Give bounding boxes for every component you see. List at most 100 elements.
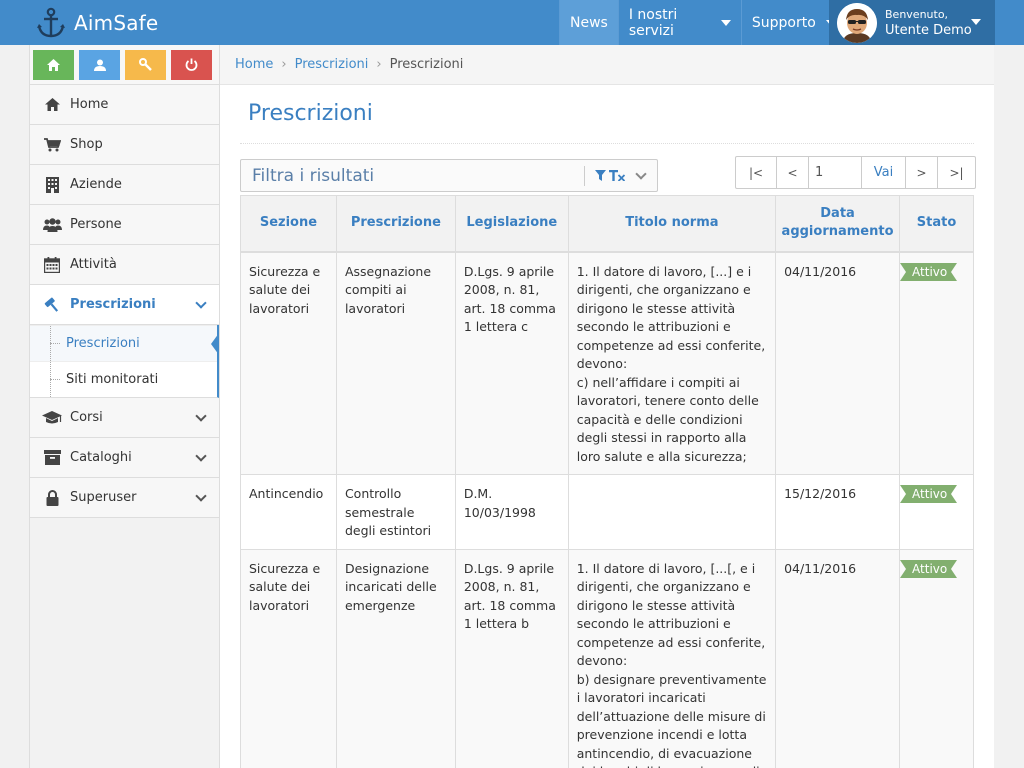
active-pointer-icon [211, 333, 219, 355]
power-icon [185, 58, 198, 71]
sidebar-item-label: Cataloghi [70, 450, 132, 465]
submenu-item-label: Prescrizioni [66, 336, 140, 351]
cell-titolo [567, 474, 777, 550]
cell-stato: Attivo [899, 474, 974, 550]
col-header-prescrizione[interactable]: Prescrizione [335, 195, 456, 253]
users-icon [42, 216, 62, 234]
breadcrumb-prescrizioni-link[interactable]: Prescrizioni [295, 57, 369, 72]
avatar [837, 2, 877, 43]
sidebar-item-label: Shop [70, 137, 103, 152]
nav-servizi[interactable]: I nostri servizi [617, 0, 741, 45]
breadcrumb-separator-icon: › [376, 57, 382, 72]
chevron-down-icon [195, 490, 207, 502]
sidebar-item-label: Corsi [70, 410, 103, 425]
tools-shortcut-button[interactable] [125, 49, 166, 80]
first-page-button[interactable]: |< [736, 157, 776, 188]
cell-data: 04/11/2016 [775, 548, 901, 768]
status-badge: Attivo [900, 559, 958, 578]
main-content: Home › Prescrizioni › Prescrizioni Presc… [220, 45, 994, 768]
sidebar-item-label: Persone [70, 217, 122, 232]
sidebar-item-label: Aziende [70, 177, 122, 192]
breadcrumb-current: Prescrizioni [389, 57, 464, 72]
col-header-sezione[interactable]: Sezione [240, 195, 337, 253]
cell-stato: Attivo [899, 251, 974, 475]
pagination: |< < Vai > >| [735, 156, 976, 189]
submenu-item-label: Siti monitorati [66, 372, 159, 387]
logout-shortcut-button[interactable] [171, 49, 212, 80]
sidebar-item-corsi[interactable]: Corsi [30, 398, 219, 438]
col-header-legislazione[interactable]: Legislazione [454, 195, 569, 253]
user-icon [93, 59, 106, 71]
table-row[interactable]: Sicurezza e salute dei lavoratori Assegn… [240, 251, 974, 475]
cell-sezione: Antincendio [240, 474, 337, 550]
next-page-button[interactable]: > [905, 157, 937, 188]
nav-supporto-label: Supporto [751, 14, 816, 31]
app-name: AimSafe [74, 10, 159, 35]
cell-prescrizione: Designazione incaricati delle emergenze [335, 548, 456, 768]
table-row[interactable]: Sicurezza e salute dei lavoratori Design… [240, 548, 974, 768]
last-page-button[interactable]: >| [937, 157, 975, 188]
sidebar-item-shop[interactable]: Shop [30, 125, 219, 165]
cart-icon [42, 136, 62, 154]
prescriptions-table: Sezione Prescrizione Legislazione Titolo… [240, 195, 974, 768]
sidebar-item-label: Home [70, 97, 109, 112]
user-welcome: Benvenuto, [885, 7, 949, 21]
filter-dropdown[interactable]: Filtra i risultati [240, 159, 658, 192]
filter-icon[interactable] [595, 170, 606, 181]
page-title: Prescrizioni [248, 101, 373, 126]
col-header-titolo-norma[interactable]: Titolo norma [567, 195, 777, 253]
home-shortcut-button[interactable] [33, 49, 74, 80]
cell-sezione: Sicurezza e salute dei lavoratori [240, 548, 337, 768]
breadcrumb-home-link[interactable]: Home [235, 57, 273, 72]
sidebar-item-persone[interactable]: Persone [30, 205, 219, 245]
page-number-input[interactable] [808, 157, 861, 188]
cell-legislazione: D.Lgs. 9 aprile 2008, n. 81, art. 18 com… [454, 548, 569, 768]
submenu-item-siti-monitorati[interactable]: Siti monitorati [30, 361, 217, 397]
gavel-icon [42, 296, 62, 314]
cell-data: 04/11/2016 [775, 251, 901, 475]
table-row[interactable]: Antincendio Controllo semestrale degli e… [240, 474, 974, 550]
lock-icon [42, 489, 62, 507]
submenu-item-prescrizioni[interactable]: Prescrizioni [30, 325, 219, 361]
user-menu[interactable]: Benvenuto, Utente Demo [829, 0, 995, 45]
cell-prescrizione: Controllo semestrale degli estintori [335, 474, 456, 550]
col-header-data-aggiornamento[interactable]: Data aggiornamento [775, 195, 901, 253]
caret-down-icon [720, 19, 731, 26]
chevron-down-icon [195, 297, 207, 309]
go-page-button[interactable]: Vai [861, 157, 905, 188]
building-icon [42, 176, 62, 194]
calendar-icon [42, 256, 62, 274]
col-header-stato[interactable]: Stato [899, 195, 974, 253]
anchor-icon [37, 7, 65, 37]
cell-stato: Attivo [899, 548, 974, 768]
sidebar-item-aziende[interactable]: Aziende [30, 165, 219, 205]
cell-data: 15/12/2016 [775, 474, 901, 550]
brand-logo[interactable]: AimSafe [0, 0, 230, 45]
table-header-row: Sezione Prescrizione Legislazione Titolo… [240, 195, 974, 253]
archive-icon [42, 449, 62, 467]
sidebar-item-home[interactable]: Home [30, 85, 219, 125]
top-nav: News I nostri servizi Supporto [559, 0, 837, 45]
home-icon [47, 58, 60, 71]
clear-format-icon[interactable] [609, 170, 625, 181]
sidebar-item-superuser[interactable]: Superuser [30, 478, 219, 518]
filter-placeholder: Filtra i risultati [252, 165, 375, 186]
user-shortcut-button[interactable] [79, 49, 120, 80]
sidebar-item-label: Superuser [70, 490, 137, 505]
sidebar-item-attivita[interactable]: Attività [30, 245, 219, 285]
filter-actions [584, 165, 635, 186]
prev-page-button[interactable]: < [776, 157, 808, 188]
top-navbar: AimSafe News I nostri servizi Supporto B… [0, 0, 1024, 45]
sidebar-item-cataloghi[interactable]: Cataloghi [30, 438, 219, 478]
home-icon [42, 96, 62, 114]
breadcrumb-separator-icon: › [281, 57, 287, 72]
nav-supporto[interactable]: Supporto [740, 0, 837, 45]
sidebar-shortcuts [30, 45, 219, 85]
user-name: Utente Demo [885, 22, 972, 38]
caret-down-icon [971, 19, 981, 25]
sidebar-item-label: Prescrizioni [70, 297, 156, 312]
sidebar-item-prescrizioni[interactable]: Prescrizioni [30, 285, 219, 325]
nav-news[interactable]: News [559, 0, 618, 45]
chevron-down-icon[interactable] [635, 167, 647, 180]
chevron-down-icon [195, 410, 207, 422]
